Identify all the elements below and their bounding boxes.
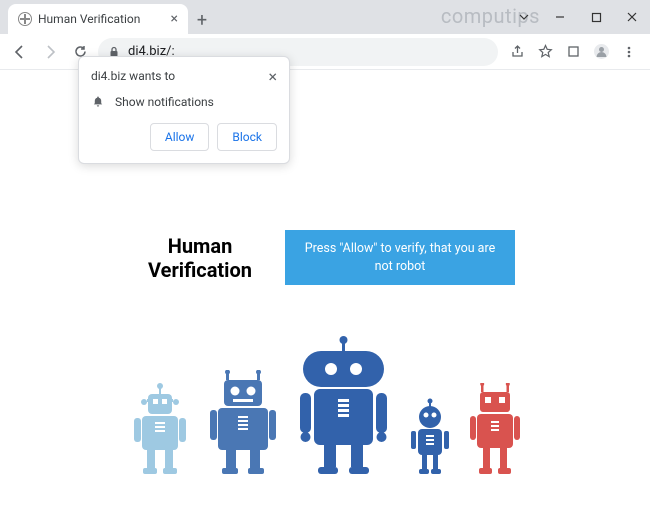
extensions-icon[interactable] (564, 43, 582, 61)
heading-line-1: Human (135, 234, 265, 258)
forward-button[interactable] (38, 40, 62, 64)
instruction-banner: Press "Allow" to verify, that you are no… (285, 230, 515, 285)
robot-illustration (0, 335, 650, 475)
window-controls (506, 0, 650, 34)
robot-icon (409, 397, 451, 475)
close-tab-icon[interactable]: × (171, 11, 178, 27)
maximize-icon[interactable] (578, 0, 614, 34)
permission-popup: di4.biz wants to × Show notifications Al… (78, 56, 290, 164)
browser-tab[interactable]: Human Verification × (8, 4, 188, 34)
page-heading: Human Verification (135, 234, 265, 282)
new-tab-button[interactable]: + (188, 6, 216, 34)
globe-icon (18, 12, 32, 26)
share-icon[interactable] (508, 43, 526, 61)
permission-label: Show notifications (115, 95, 214, 109)
robot-icon (130, 380, 190, 475)
allow-button[interactable]: Allow (150, 123, 210, 151)
robot-icon (469, 383, 521, 475)
bell-icon (91, 95, 105, 109)
menu-icon[interactable] (620, 43, 638, 61)
minimize-icon[interactable] (542, 0, 578, 34)
robot-icon (296, 335, 391, 475)
close-window-icon[interactable] (614, 0, 650, 34)
tab-title: Human Verification (38, 12, 140, 26)
back-button[interactable] (8, 40, 32, 64)
robot-icon (208, 370, 278, 475)
block-button[interactable]: Block (217, 123, 277, 151)
toolbar-actions (504, 43, 642, 61)
bookmark-icon[interactable] (536, 43, 554, 61)
heading-line-2: Verification (135, 258, 265, 282)
profile-icon[interactable] (592, 43, 610, 61)
close-popup-icon[interactable]: × (268, 69, 277, 85)
popup-title: di4.biz wants to (91, 69, 175, 83)
window-titlebar: Human Verification × + computips (0, 0, 650, 34)
chevron-down-icon[interactable] (506, 0, 542, 34)
